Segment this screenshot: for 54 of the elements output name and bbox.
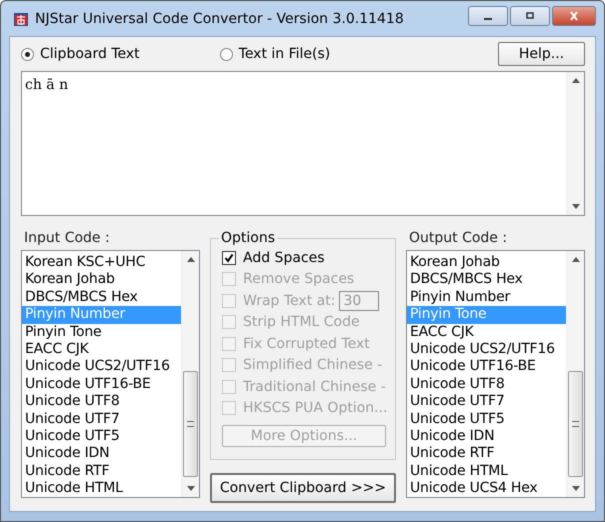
scrollbar[interactable]: [566, 251, 584, 497]
list-item[interactable]: DBCS/MBCS Hex: [407, 271, 566, 289]
list-item[interactable]: Unicode UCS2/UTF16: [407, 340, 566, 358]
scrollbar[interactable]: [566, 72, 584, 215]
list-label: Input Code :: [24, 230, 111, 248]
list-item[interactable]: Unicode UTF7: [407, 393, 566, 411]
down-arrow-icon[interactable]: [186, 486, 194, 491]
group-title: Options: [219, 230, 278, 246]
radio-option[interactable]: Text in File(s): [220, 46, 330, 62]
list-item[interactable]: DBCS/MBCS Hex: [22, 288, 181, 306]
list-item[interactable]: Korean Johab: [22, 271, 181, 289]
list-label: Output Code :: [409, 230, 508, 248]
list-item[interactable]: Pinyin Tone: [22, 324, 181, 341]
list-item[interactable]: Unicode UTF7: [22, 410, 181, 428]
checkmark-icon: [224, 252, 234, 263]
code-list[interactable]: Korean KSC+UHC Korean Johab DBCS/MBCS Hex Pinyin Number Pinyin Tone EACC CJK Unicode UCS2/UTF16 Unicode UTF16-BE Unicode UTF8 Unicode UTF7 Unicode UTF5 Unicode IDN Unicode RTF Unicode HTML: [21, 250, 200, 498]
list-item[interactable]: Unicode RTF: [407, 445, 566, 463]
list-item[interactable]: Unicode UTF8: [407, 376, 566, 394]
list-item[interactable]: Unicode UTF8: [22, 393, 181, 411]
list-item[interactable]: Unicode IDN: [22, 445, 181, 463]
maximize-button[interactable]: [510, 6, 550, 26]
list-item[interactable]: Korean KSC+UHC: [22, 254, 181, 272]
list-item[interactable]: Unicode UTF5: [407, 410, 566, 428]
up-arrow-icon[interactable]: [186, 257, 194, 262]
maximize-icon: [524, 10, 536, 20]
list-item[interactable]: Unicode UTF16-BE: [407, 358, 566, 376]
close-button[interactable]: [552, 6, 596, 26]
text-area[interactable]: ch ā n: [21, 71, 585, 216]
list-item[interactable]: EACC CJK: [407, 324, 566, 341]
code-list[interactable]: Korean Johab DBCS/MBCS Hex Pinyin Number Pinyin Tone EACC CJK Unicode UCS2/UTF16 Unicode UTF16-BE Unicode UTF8 Unicode UTF7 Unicode UTF5 Unicode IDN Unicode RTF Unicode HTML Unicode UCS4 Hex: [406, 250, 585, 498]
checkbox-option[interactable]: Add Spaces: [222, 250, 325, 266]
list-item[interactable]: Unicode RTF: [22, 462, 181, 480]
radio-option[interactable]: Clipboard Text: [21, 46, 140, 62]
list-item[interactable]: Pinyin Number: [407, 288, 566, 306]
list-item[interactable]: Unicode UTF5: [22, 428, 181, 446]
list-item[interactable]: Unicode HTML: [407, 462, 566, 480]
up-arrow-icon[interactable]: [572, 78, 580, 83]
app-icon: [13, 10, 29, 26]
list-item[interactable]: EACC CJK: [22, 340, 181, 358]
down-arrow-icon[interactable]: [572, 204, 580, 209]
list-item[interactable]: Unicode UCS4 Hex: [407, 480, 566, 497]
close-icon: [568, 10, 580, 20]
help-button[interactable]: Help...: [498, 42, 585, 66]
list-item[interactable]: Unicode UCS2/UTF16: [22, 358, 181, 376]
window-title: NJStar Universal Code Convertor - Version 3.0.11418: [35, 10, 404, 26]
list-item[interactable]: Unicode HTML: [22, 480, 181, 497]
down-arrow-icon[interactable]: [572, 486, 580, 491]
scrollbar[interactable]: [181, 251, 199, 497]
convert-button[interactable]: Convert Clipboard >>>: [210, 473, 396, 503]
up-arrow-icon[interactable]: [572, 257, 580, 262]
minimize-icon: [484, 18, 492, 20]
list-item[interactable]: Korean Johab: [407, 254, 566, 272]
list-item[interactable]: Unicode IDN: [407, 428, 566, 446]
list-item[interactable]: Unicode UTF16-BE: [22, 376, 181, 394]
